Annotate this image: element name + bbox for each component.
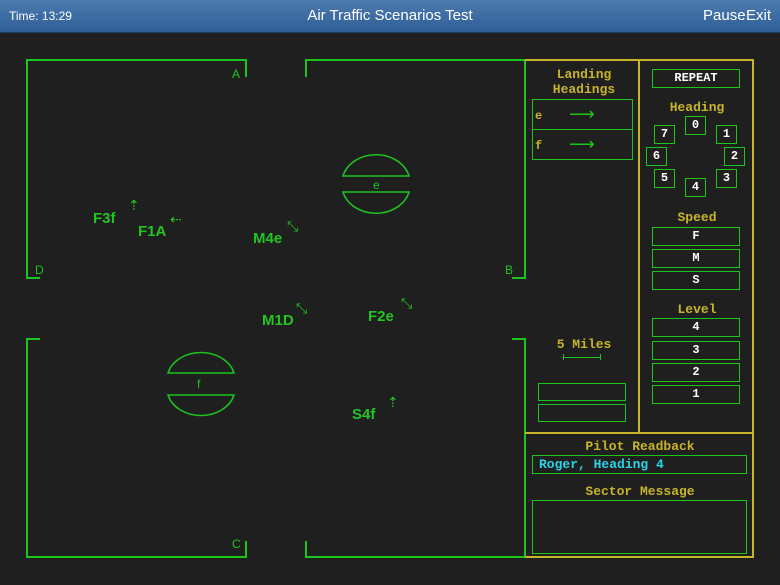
corner-label-b: B xyxy=(505,263,514,277)
airport-f-label: f xyxy=(197,377,201,391)
heading-1-button[interactable]: 1 xyxy=(716,125,737,144)
sector-message-field xyxy=(532,500,747,554)
aircraft-arrow-diag-icon: ⤡ xyxy=(401,295,413,311)
empty-slot-2 xyxy=(538,404,626,422)
speed-fast-button[interactable]: F xyxy=(652,227,740,246)
pilot-readback-title: Pilot Readback xyxy=(585,439,695,454)
exit-button[interactable]: Exit xyxy=(746,7,771,24)
aircraft-label: M1D xyxy=(262,312,294,329)
speed-medium-button[interactable]: M xyxy=(652,249,740,268)
aircraft-arrow-diag-icon: ⤡ xyxy=(296,300,308,316)
aircraft-arrow-up-icon: ⇡ xyxy=(387,394,399,410)
top-bar: Time: 13:29 Air Traffic Scenarios Test P… xyxy=(0,0,780,33)
aircraft-label: F3f xyxy=(93,210,116,227)
corner-label-c: C xyxy=(232,537,241,551)
arrow-right-icon: ⟶ xyxy=(569,134,595,154)
aircraft-arrow-diag-icon: ⤡ xyxy=(287,218,299,234)
landing-headings-title: Landing Headings xyxy=(552,67,616,97)
airport-f-icon xyxy=(166,351,236,417)
aircraft-label: M4e xyxy=(253,230,283,247)
heading-title: Heading xyxy=(669,100,725,115)
heading-2-button[interactable]: 2 xyxy=(724,147,745,166)
landing-row-f[interactable]: f ⟶ xyxy=(533,130,632,159)
level-title: Level xyxy=(677,302,717,317)
level-4-button[interactable]: 4 xyxy=(652,318,740,337)
pause-button[interactable]: Pause xyxy=(703,7,746,24)
landing-row-e[interactable]: e ⟶ xyxy=(533,100,632,129)
speed-title: Speed xyxy=(677,210,717,225)
repeat-button[interactable]: REPEAT xyxy=(652,69,740,88)
aircraft-arrow-up-icon: ⇡ xyxy=(128,197,140,213)
page-title: Air Traffic Scenarios Test xyxy=(307,7,473,24)
aircraft-label: S4f xyxy=(352,406,376,423)
heading-6-button[interactable]: 6 xyxy=(646,147,667,166)
heading-5-button[interactable]: 5 xyxy=(654,169,675,188)
speed-slow-button[interactable]: S xyxy=(652,271,740,290)
heading-0-button[interactable]: 0 xyxy=(685,116,706,135)
landing-headings-table: e ⟶ f ⟶ xyxy=(532,99,633,160)
airport-e-label: e xyxy=(373,178,380,192)
pilot-readback-text: Roger, Heading 4 xyxy=(539,457,664,472)
aircraft-arrow-left-icon: ⇠ xyxy=(170,211,182,227)
pilot-readback-field: Roger, Heading 4 xyxy=(532,455,747,474)
sector-message-title: Sector Message xyxy=(585,484,695,499)
arrow-right-icon: ⟶ xyxy=(569,104,595,124)
scale-label: 5 Miles xyxy=(556,337,612,352)
corner-label-a: A xyxy=(232,67,241,81)
heading-4-button[interactable]: 4 xyxy=(685,178,706,197)
level-3-button[interactable]: 3 xyxy=(652,341,740,360)
level-2-button[interactable]: 2 xyxy=(652,363,740,382)
heading-7-button[interactable]: 7 xyxy=(654,125,675,144)
level-1-button[interactable]: 1 xyxy=(652,385,740,404)
aircraft-label: F1A xyxy=(138,223,167,240)
heading-3-button[interactable]: 3 xyxy=(716,169,737,188)
empty-slot-1 xyxy=(538,383,626,401)
corner-label-d: D xyxy=(35,263,44,277)
aircraft-label: F2e xyxy=(368,308,394,325)
